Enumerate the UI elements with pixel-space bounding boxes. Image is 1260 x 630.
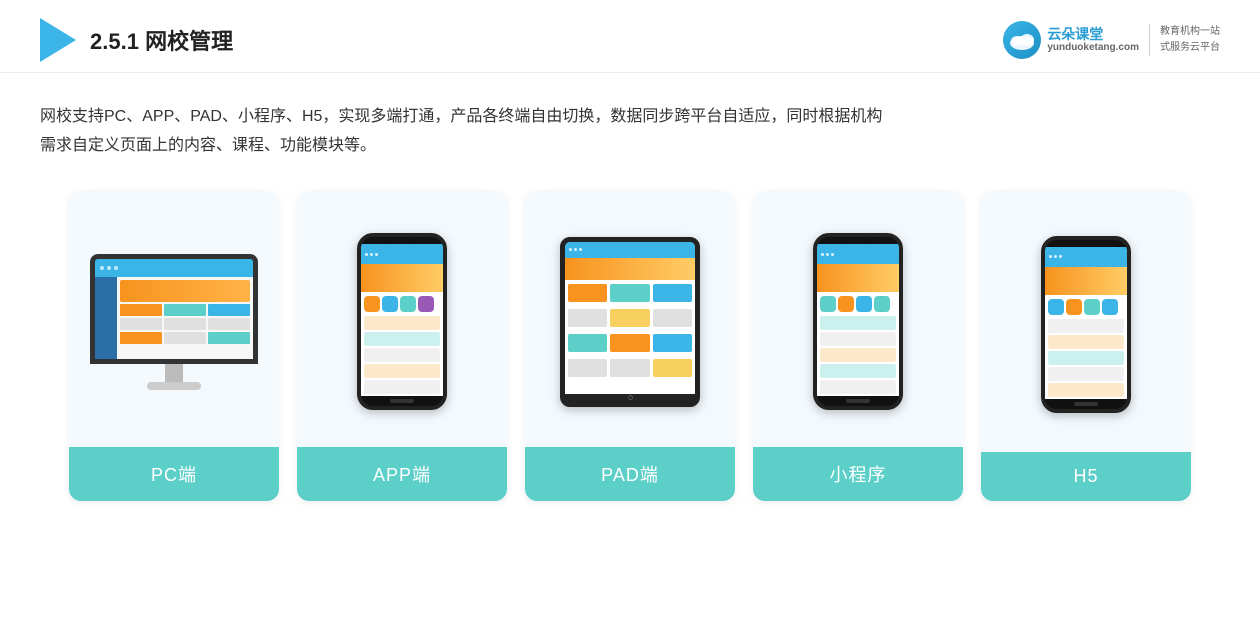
pc-monitor-icon	[89, 254, 259, 390]
card-pc-label: PC端	[69, 447, 279, 501]
pad-tablet-icon	[560, 237, 700, 407]
brand-logo: 云朵课堂 yunduoketang.com 教育机构一站 式服务云平台	[1003, 21, 1220, 59]
description-section: 网校支持PC、APP、PAD、小程序、H5，实现多端打通，产品各终端自由切换，数…	[0, 73, 1260, 171]
pc-image	[69, 191, 279, 447]
page: 2.5.1 网校管理 云朵课堂 yunduoketang.com	[0, 0, 1260, 630]
brand-cloud-icon	[1003, 21, 1041, 59]
app-phone-icon	[357, 233, 447, 410]
header: 2.5.1 网校管理 云朵课堂 yunduoketang.com	[0, 0, 1260, 73]
card-pc: PC端	[69, 191, 279, 501]
pad-image	[525, 191, 735, 447]
brand-name-text: 云朵课堂 yunduoketang.com	[1047, 26, 1139, 55]
card-miniapp-label: 小程序	[753, 447, 963, 501]
card-h5: H5	[981, 191, 1191, 501]
description-text: 网校支持PC、APP、PAD、小程序、H5，实现多端打通，产品各终端自由切换，数…	[40, 103, 1220, 161]
card-app-label: APP端	[297, 447, 507, 501]
miniapp-phone-icon	[813, 233, 903, 410]
header-right: 云朵课堂 yunduoketang.com 教育机构一站 式服务云平台	[1003, 21, 1220, 59]
brand-slogan: 教育机构一站 式服务云平台	[1160, 24, 1220, 56]
card-app: APP端	[297, 191, 507, 501]
logo-triangle-icon	[40, 18, 76, 62]
device-cards-area: PC端	[0, 171, 1260, 531]
app-image	[297, 191, 507, 447]
miniapp-image	[753, 191, 963, 447]
header-left: 2.5.1 网校管理	[40, 18, 233, 62]
card-miniapp: 小程序	[753, 191, 963, 501]
card-h5-label: H5	[981, 452, 1191, 501]
h5-image	[981, 191, 1191, 452]
card-pad-label: PAD端	[525, 447, 735, 501]
h5-phone-icon	[1041, 236, 1131, 413]
card-pad: PAD端	[525, 191, 735, 501]
page-title: 2.5.1 网校管理	[90, 24, 233, 56]
brand-divider	[1149, 24, 1150, 56]
